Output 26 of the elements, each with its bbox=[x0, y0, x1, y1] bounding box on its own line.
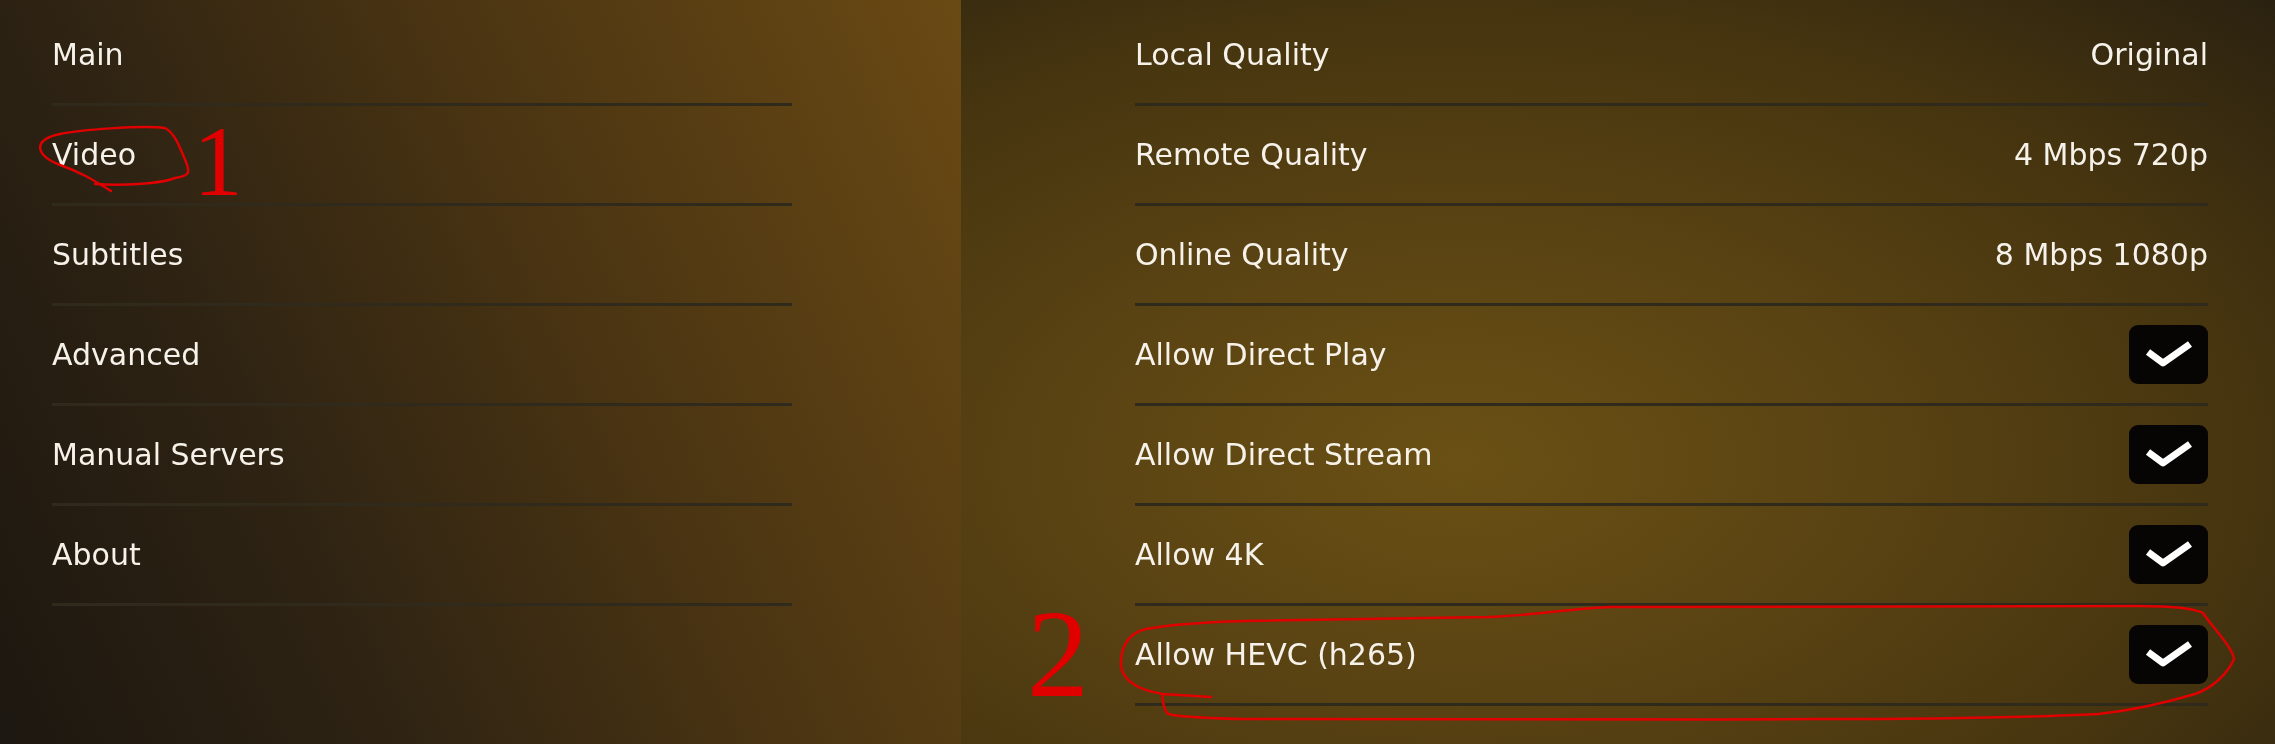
checkmark-icon bbox=[2144, 341, 2193, 368]
nav-item[interactable]: Main bbox=[52, 32, 124, 77]
nav-item[interactable]: Subtitles bbox=[52, 232, 184, 277]
setting-label: Allow Direct Stream bbox=[1135, 436, 1433, 474]
setting-value[interactable]: Original bbox=[2090, 32, 2208, 77]
nav-item[interactable]: About bbox=[52, 532, 141, 577]
nav-item[interactable]: Video bbox=[52, 132, 137, 177]
nav-item[interactable]: Advanced bbox=[52, 332, 201, 377]
setting-value[interactable]: 4 Mbps 720p bbox=[2013, 132, 2208, 177]
nav-item[interactable]: Manual Servers bbox=[52, 432, 285, 477]
checkmark-icon bbox=[2144, 541, 2193, 568]
setting-label: Allow HEVC (h265) bbox=[1135, 636, 1417, 674]
checkbox[interactable] bbox=[2129, 325, 2208, 384]
checkmark-icon bbox=[2144, 641, 2193, 668]
checkbox[interactable] bbox=[2129, 425, 2208, 484]
checkbox[interactable] bbox=[2129, 625, 2208, 684]
setting-label: Local Quality bbox=[1135, 36, 1330, 74]
checkmark-icon bbox=[2144, 441, 2193, 468]
annotation-number: 2 bbox=[1027, 593, 1089, 717]
annotation-number: 1 bbox=[193, 112, 243, 212]
setting-label: Allow 4K bbox=[1135, 536, 1264, 574]
setting-label: Online Quality bbox=[1135, 236, 1349, 274]
setting-label: Remote Quality bbox=[1135, 136, 1368, 174]
setting-value[interactable]: 8 Mbps 1080p bbox=[1994, 232, 2208, 277]
setting-label: Allow Direct Play bbox=[1135, 336, 1387, 374]
checkbox[interactable] bbox=[2129, 525, 2208, 584]
